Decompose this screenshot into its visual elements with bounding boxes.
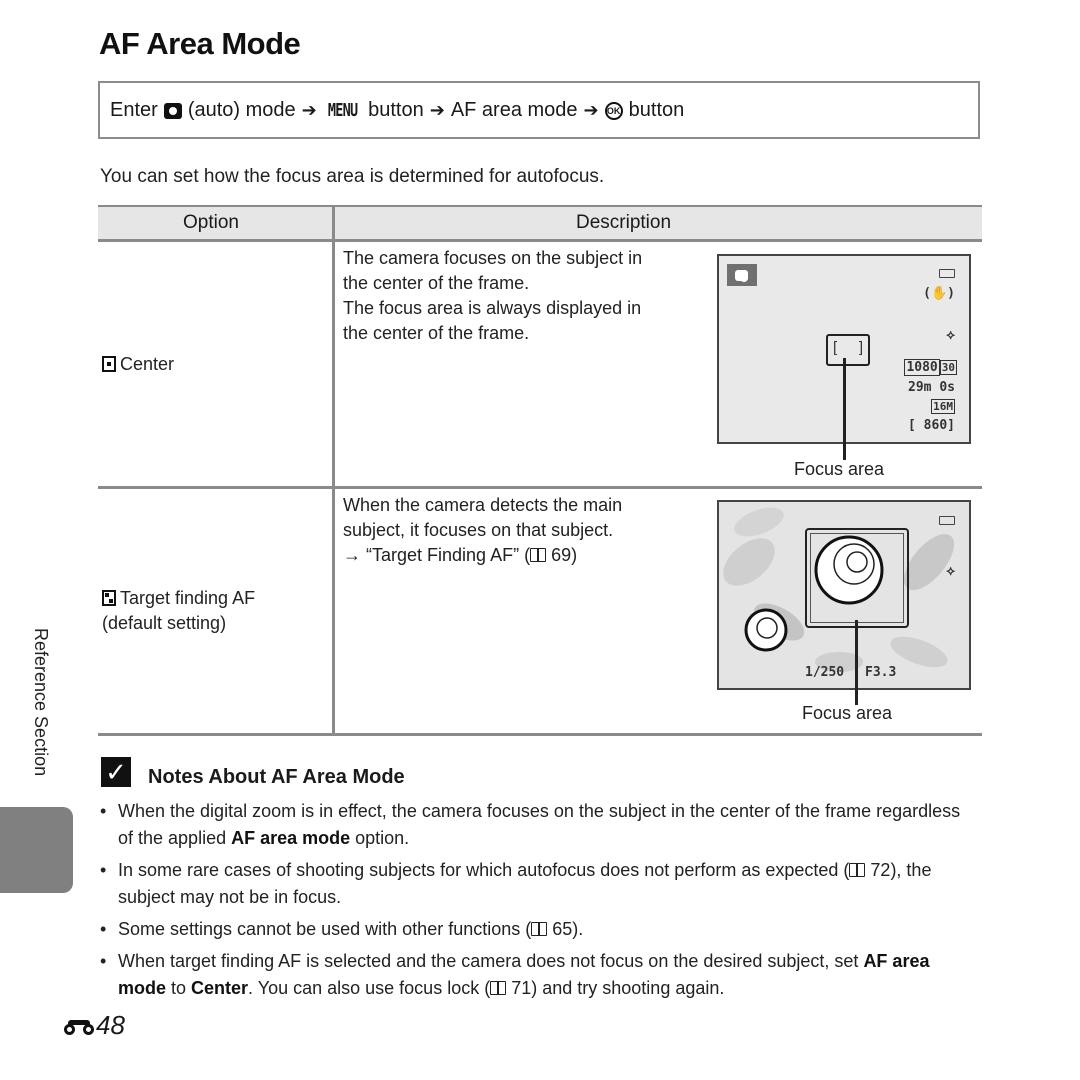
book-icon	[530, 548, 547, 562]
battery-icon	[939, 269, 955, 278]
menu-button-icon: MENU	[327, 100, 358, 121]
table-row-rule	[98, 486, 982, 489]
ref-page[interactable]: 65	[552, 919, 572, 939]
remaining-shots: [ 860]	[908, 418, 955, 433]
section-tab[interactable]	[0, 807, 73, 893]
table-header: Option Description	[98, 207, 982, 240]
focus-area-leader-line	[855, 620, 858, 705]
camera-icon	[735, 270, 748, 282]
focus-area-frame: [ ]	[826, 334, 870, 366]
menu-path: Enter (auto) mode ➔ MENU button ➔ AF are…	[110, 99, 684, 122]
aperture-value: F3.3	[865, 665, 897, 680]
option-label: Target finding AF	[120, 588, 256, 608]
focus-area-label: Focus area	[794, 459, 885, 479]
button-text: button	[368, 99, 424, 121]
description-line: the center of the frame.	[343, 273, 530, 293]
page-number-text: 48	[96, 1010, 125, 1040]
battery-icon	[939, 516, 955, 525]
video-quality: 1080	[904, 359, 940, 376]
auto-mode-text: (auto) mode	[187, 99, 296, 121]
image-size-icon: 16M	[931, 399, 955, 414]
enter-text: Enter	[110, 99, 158, 121]
notes-title: Notes About AF Area Mode	[148, 766, 405, 788]
target-finding-af-icon	[102, 590, 116, 606]
motion-detection-icon: ⟡	[946, 328, 955, 343]
menu-path-box: Enter (auto) mode ➔ MENU button ➔ AF are…	[98, 81, 980, 139]
description-line: The camera focuses on the subject in	[343, 248, 643, 268]
note-item: In some rare cases of shooting subjects …	[100, 857, 970, 911]
page-title: AF Area Mode	[99, 26, 301, 61]
af-area-mode-text: AF area mode	[450, 99, 578, 121]
arrow-icon: ➔	[583, 100, 599, 120]
checkmark-icon: ✓	[101, 757, 131, 787]
table-bottom-rule	[98, 733, 982, 736]
note-item: When target finding AF is selected and t…	[100, 948, 970, 1002]
book-icon	[849, 863, 866, 877]
description-target-finding: When the camera detects the main subject…	[343, 493, 622, 568]
cross-reference[interactable]: → “Target Finding AF” ( 69)	[343, 543, 622, 568]
ref-text: → “Target Finding AF” (	[343, 545, 531, 565]
ref-page: 69	[551, 545, 572, 565]
description-line: When the camera detects the main	[343, 495, 623, 515]
ok-button-icon: OK	[604, 101, 623, 120]
focus-area-label: Focus area	[802, 703, 893, 723]
description-line: the center of the frame.	[343, 323, 530, 343]
ref-text: )	[571, 545, 578, 565]
binoculars-icon	[64, 1017, 94, 1035]
remaining-movie-time: 29m 0s	[908, 380, 955, 395]
shooting-mode-indicator	[727, 264, 757, 286]
arrow-icon: ➔	[301, 100, 317, 120]
table-header-rule	[98, 239, 982, 242]
shutter-speed: 1/250	[805, 665, 845, 680]
focus-area-frame	[805, 528, 909, 628]
book-icon	[490, 981, 507, 995]
option-target-finding-af: Target finding AF (default setting)	[102, 586, 255, 636]
ref-page[interactable]: 72	[870, 860, 890, 880]
camera-icon	[163, 102, 182, 119]
option-sublabel: (default setting)	[102, 613, 227, 633]
description-line: The focus area is always displayed in	[343, 298, 642, 318]
option-label: Center	[120, 354, 175, 374]
vibration-reduction-icon: (✋)	[923, 286, 955, 301]
description-center: The camera focuses on the subject in the…	[343, 246, 642, 346]
page-number: 48	[64, 1010, 125, 1041]
focus-area-leader-line	[843, 358, 846, 460]
description-line: subject, it focuses on that subject.	[343, 520, 614, 540]
note-item: Some settings cannot be used with other …	[100, 916, 970, 943]
video-fps: 30	[939, 360, 957, 375]
header-option: Option	[183, 212, 239, 233]
video-mode-indicator: 1080 30	[904, 359, 957, 376]
section-label: Reference Section	[31, 628, 51, 777]
motion-detection-icon: ⟡	[946, 564, 955, 579]
screen-target-finding: ⟡ 1/250 F3.3	[717, 500, 971, 690]
intro-text: You can set how the focus area is determ…	[100, 166, 605, 187]
ref-page[interactable]: 71	[511, 978, 531, 998]
note-item: When the digital zoom is in effect, the …	[100, 798, 970, 852]
arrow-icon: ➔	[429, 100, 445, 120]
button-text: button	[628, 99, 685, 121]
header-description: Description	[576, 212, 672, 233]
option-center: Center	[102, 352, 174, 377]
table-column-divider	[332, 207, 335, 735]
center-af-icon	[102, 356, 116, 372]
book-icon	[531, 922, 548, 936]
